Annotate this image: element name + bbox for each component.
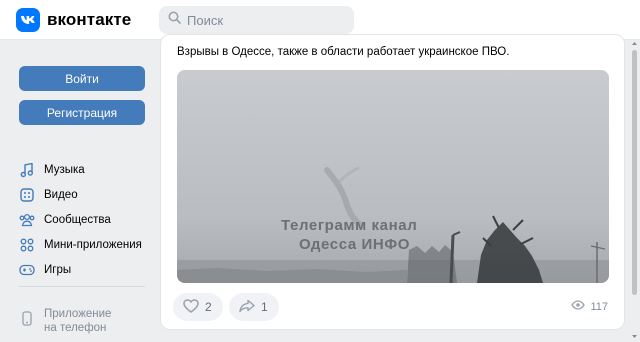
music-icon bbox=[19, 162, 35, 178]
sidebar-item-mini-apps[interactable]: Мини-приложения bbox=[19, 236, 142, 254]
search-box[interactable] bbox=[159, 6, 354, 34]
share-icon bbox=[239, 299, 255, 316]
eye-icon bbox=[571, 300, 586, 313]
phone-icon bbox=[19, 311, 35, 327]
games-icon bbox=[19, 262, 35, 278]
sidebar-item-label: Музыка bbox=[44, 164, 85, 176]
brand-name: вконтакте bbox=[47, 10, 132, 29]
share-count: 1 bbox=[261, 300, 268, 314]
vk-logo-icon bbox=[16, 8, 40, 32]
post-text: Взрывы в Одессе, также в области работае… bbox=[177, 46, 510, 58]
mobile-app-link[interactable]: Приложение на телефон bbox=[19, 307, 134, 335]
search-input[interactable] bbox=[187, 12, 347, 28]
sidebar-item-music[interactable]: Музыка bbox=[19, 161, 85, 179]
like-button[interactable]: 2 bbox=[173, 293, 223, 321]
mini-apps-icon bbox=[19, 237, 35, 253]
sidebar-item-label: Видео bbox=[44, 189, 78, 201]
sidebar-item-video[interactable]: Видео bbox=[19, 186, 78, 204]
views-counter: 117 bbox=[571, 300, 608, 313]
sidebar-item-label: Сообщества bbox=[44, 214, 111, 226]
like-count: 2 bbox=[205, 300, 212, 314]
post-card: Взрывы в Одессе, также в области работае… bbox=[160, 34, 625, 330]
sidebar-item-label: Игры bbox=[44, 264, 72, 276]
sidebar-item-communities[interactable]: Сообщества bbox=[19, 211, 111, 229]
sidebar-divider bbox=[19, 286, 145, 287]
page-scrollbar[interactable] bbox=[629, 42, 640, 342]
communities-icon bbox=[19, 212, 35, 228]
sidebar-item-label: Мини-приложения bbox=[44, 239, 142, 251]
heart-icon bbox=[183, 298, 199, 316]
search-icon bbox=[168, 11, 181, 29]
post-photo[interactable]: Телеграмм канал Одесса ИНФО bbox=[177, 70, 609, 283]
sidebar-item-games[interactable]: Игры bbox=[19, 261, 71, 279]
video-icon bbox=[19, 187, 35, 203]
photo-watermark-line1: Телеграмм канал bbox=[281, 217, 418, 234]
app-promo-line2: на телефон bbox=[44, 322, 107, 334]
views-count: 117 bbox=[590, 300, 608, 313]
vk-logo[interactable]: вконтакте bbox=[16, 8, 131, 32]
app-promo-line1: Приложение bbox=[44, 308, 112, 320]
share-button[interactable]: 1 bbox=[229, 293, 279, 321]
login-button[interactable]: Войти bbox=[19, 66, 145, 91]
register-button[interactable]: Регистрация bbox=[19, 100, 145, 125]
photo-watermark-line2: Одесса ИНФО bbox=[299, 236, 411, 253]
